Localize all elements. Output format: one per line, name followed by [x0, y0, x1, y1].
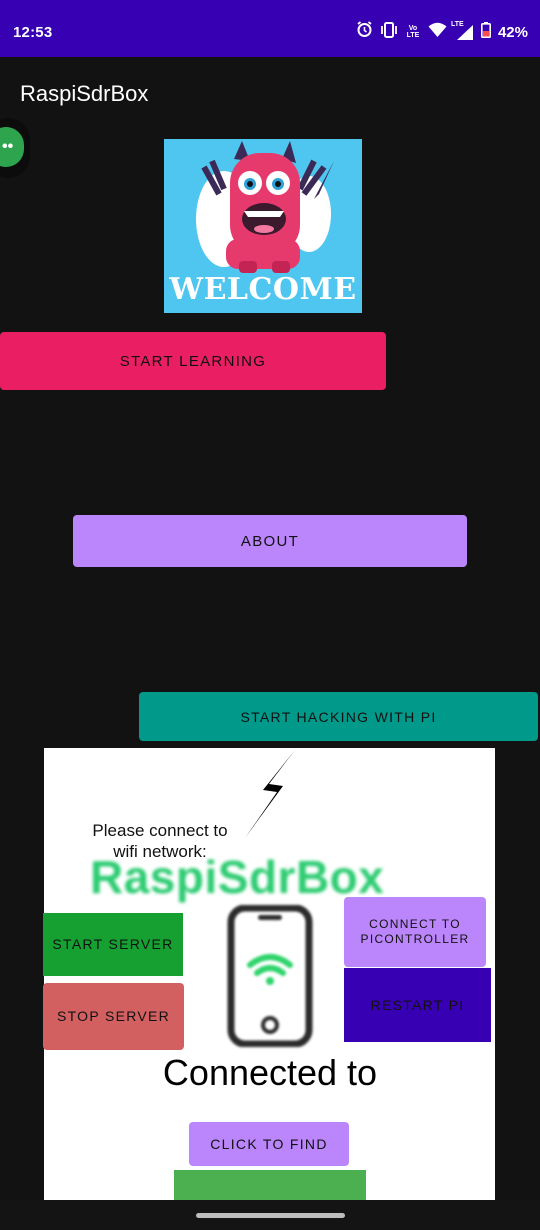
- status-icons: Vo LTE LTE 42%: [356, 21, 528, 43]
- gesture-handle[interactable]: [196, 1213, 345, 1218]
- restart-pi-button[interactable]: RESTART PI: [344, 968, 491, 1042]
- app-title: RaspiSdrBox: [20, 81, 149, 106]
- start-server-button[interactable]: START SERVER: [43, 913, 183, 976]
- app-bar: RaspiSdrBox: [0, 57, 540, 133]
- chat-bubble-icon[interactable]: ••: [0, 127, 24, 167]
- start-learning-button[interactable]: START LEARNING: [0, 332, 386, 390]
- wifi-icon: [428, 22, 447, 42]
- phone-wifi-icon: [226, 904, 314, 1052]
- status-time: 12:53: [13, 24, 53, 41]
- ssid-name: RaspiSdrBox: [90, 851, 385, 903]
- battery-icon: [480, 21, 491, 43]
- signal-icon: LTE: [450, 20, 474, 41]
- alarm-icon: [356, 21, 373, 43]
- volte-icon: Vo LTE: [406, 25, 420, 39]
- connect-picontroller-button[interactable]: CONNECT TO PICONTROLLER: [344, 897, 486, 967]
- start-hacking-button[interactable]: START HACKING WITH PI: [139, 692, 538, 741]
- floating-chat-bubble[interactable]: ••: [0, 118, 30, 178]
- vibrate-icon: [380, 21, 398, 43]
- stop-server-button[interactable]: STOP SERVER: [43, 983, 184, 1050]
- welcome-text: WELCOME: [169, 272, 357, 307]
- lte-label: LTE: [450, 20, 464, 28]
- welcome-image: WELCOME: [164, 139, 362, 313]
- connected-status: Connected to: [162, 1052, 378, 1093]
- green-action-bar[interactable]: [174, 1170, 366, 1200]
- about-button[interactable]: ABOUT: [73, 515, 467, 567]
- status-bar: 12:53 Vo LTE LTE 42%: [0, 0, 540, 57]
- navigation-bar: [0, 1200, 540, 1230]
- click-to-find-button[interactable]: CLICK TO FIND: [189, 1122, 349, 1166]
- lightning-bolt-icon: [243, 750, 299, 845]
- more-dots-icon: ••: [2, 138, 14, 155]
- battery-percent: 42%: [497, 23, 528, 41]
